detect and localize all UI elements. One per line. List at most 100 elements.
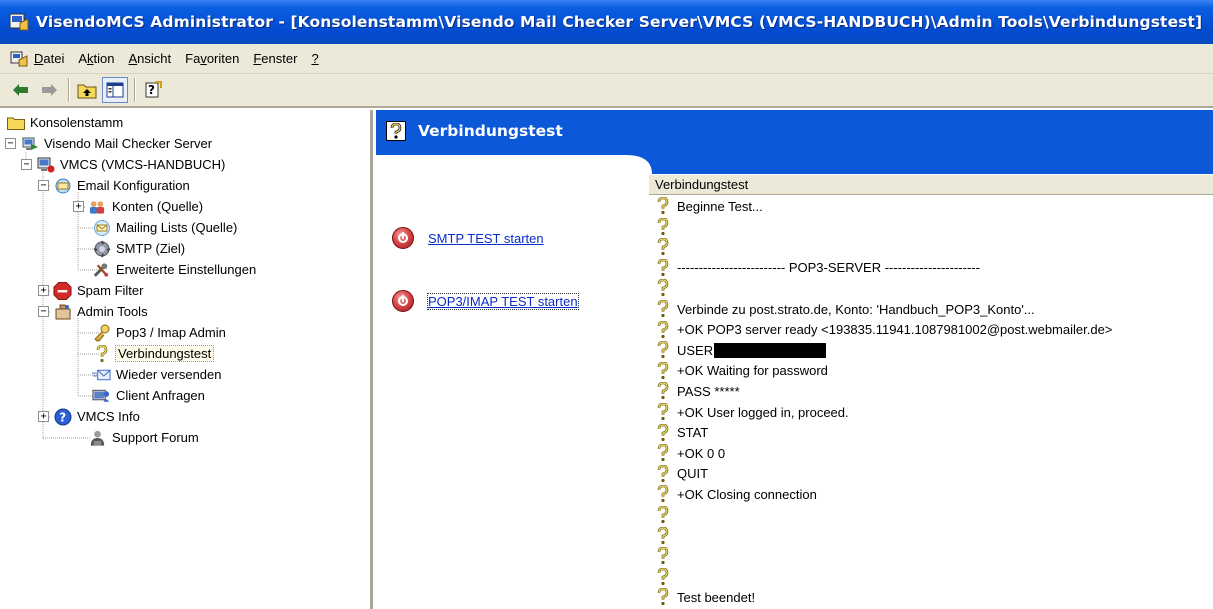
forward-arrow-icon[interactable] [36, 77, 62, 103]
menu-help[interactable]: ? [311, 51, 318, 66]
menu-bar: Datei Aktion Ansicht Favoriten Fenster ? [0, 44, 1213, 74]
log-row[interactable]: Test beendet! [649, 586, 755, 608]
taskpad-title: Verbindungstest [418, 122, 563, 140]
pop3-imap-test-link[interactable]: POP3/IMAP TEST starten [392, 290, 579, 312]
tree-item-vmcs-handbuch[interactable]: − VMCS (VMCS-HANDBUCH) [21, 154, 225, 175]
menu-datei[interactable]: Datei [34, 51, 64, 66]
log-row[interactable]: ------------------------- POP3-SERVER --… [649, 257, 980, 279]
toolbar-separator [68, 78, 70, 102]
question-icon [655, 361, 671, 380]
log-row[interactable] [649, 236, 677, 258]
log-row[interactable]: PASS ***** [649, 380, 740, 402]
question-icon [655, 197, 671, 215]
tree-item-admin-tools[interactable]: − Admin Tools [38, 301, 148, 322]
question-icon [655, 444, 671, 462]
tree-item-label: VMCS (VMCS-HANDBUCH) [60, 157, 226, 172]
question-icon [655, 279, 671, 297]
connection-log[interactable]: Verbindungstest Beginne Test... ---------… [649, 175, 1213, 609]
menu-favoriten[interactable]: Favoriten [185, 51, 239, 66]
tree-item-mailing-lists[interactable]: Mailing Lists (Quelle) [92, 217, 237, 238]
log-row-text: Verbinde zu post.strato.de, Konto: 'Hand… [677, 301, 1035, 317]
show-hide-tree-icon[interactable] [102, 77, 128, 103]
log-row[interactable] [649, 566, 677, 588]
tree-item-support-forum[interactable]: Support Forum [88, 427, 199, 448]
users-icon [88, 197, 107, 216]
pop3-imap-test-label[interactable]: POP3/IMAP TEST starten [427, 292, 579, 310]
back-arrow-icon[interactable] [8, 77, 34, 103]
up-folder-icon[interactable] [74, 77, 100, 103]
tree-item-label: SMTP (Ziel) [116, 241, 186, 256]
toolbar: ? [0, 74, 1213, 108]
log-row[interactable]: +OK Waiting for password [649, 360, 828, 382]
folder-icon [6, 113, 25, 132]
tree-item-client-anfragen[interactable]: Client Anfragen [92, 385, 205, 406]
redacted-username [714, 342, 827, 358]
tree-item-erweiterte-einstellungen[interactable]: Erweiterte Einstellungen [92, 259, 256, 280]
smtp-test-label[interactable]: SMTP TEST starten [428, 231, 544, 246]
window-title: VisendoMCS Administrator - [Konsolenstam… [36, 13, 1203, 31]
smtp-test-link[interactable]: SMTP TEST starten [392, 227, 544, 249]
log-row[interactable] [649, 277, 677, 299]
info-icon: ? [53, 407, 72, 426]
log-row[interactable]: +OK POP3 server ready <193835.11941.1087… [649, 319, 1112, 341]
tree-item-label: Admin Tools [77, 304, 148, 319]
email-config-icon [53, 176, 72, 195]
tree-item-wieder-versenden[interactable]: Wieder versenden [92, 364, 222, 385]
log-row[interactable]: +OK Closing connection [649, 483, 817, 505]
tree-item-email-konfiguration[interactable]: − Email Konfiguration [38, 175, 190, 196]
question-icon [655, 464, 671, 483]
tree-item-vmcs-info[interactable]: + ? VMCS Info [38, 406, 140, 427]
log-row[interactable]: +OK 0 0 [649, 442, 725, 464]
log-row[interactable] [649, 525, 677, 547]
collapse-icon[interactable]: − [5, 138, 16, 149]
tree-item-verbindungstest[interactable]: Verbindungstest [92, 343, 215, 364]
taskpad-view: Verbindungstest SMTP TEST starten POP3/I… [376, 110, 1213, 609]
collapse-icon[interactable]: − [38, 180, 49, 191]
log-row-text: PASS ***** [677, 383, 740, 399]
expand-icon[interactable]: + [38, 285, 49, 296]
log-row[interactable]: +OK User logged in, proceed. [649, 401, 849, 423]
log-row[interactable]: Verbinde zu post.strato.de, Konto: 'Hand… [649, 298, 1035, 320]
log-row-text: USER [677, 342, 714, 358]
log-row-text: Test beendet! [677, 589, 756, 605]
log-column-header[interactable]: Verbindungstest [649, 175, 1213, 195]
console-menu-icon[interactable] [10, 50, 28, 68]
log-row[interactable]: QUIT [649, 463, 708, 485]
log-row-text: +OK POP3 server ready <193835.11941.1087… [677, 322, 1113, 338]
collapse-icon[interactable]: − [21, 159, 32, 170]
app-icon[interactable] [8, 11, 30, 33]
menu-aktion[interactable]: Aktion [78, 51, 114, 66]
question-icon [655, 320, 671, 339]
log-row[interactable]: STAT [649, 422, 708, 444]
help-icon[interactable]: ? [140, 77, 166, 103]
tree-item-label: Pop3 / Imap Admin [116, 325, 226, 340]
tree-item-konten-quelle[interactable]: + Konten (Quelle) [73, 196, 203, 217]
log-row[interactable] [649, 216, 677, 238]
menu-ansicht[interactable]: Ansicht [129, 51, 172, 66]
log-row-text: ------------------------- POP3-SERVER --… [677, 260, 980, 276]
menu-fenster[interactable]: Fenster [253, 51, 297, 66]
svg-text:?: ? [59, 410, 66, 424]
tree-item-label: Mailing Lists (Quelle) [116, 220, 238, 235]
log-row[interactable]: USER [649, 339, 827, 361]
tree-item-pop3-imap-admin[interactable]: Pop3 / Imap Admin [92, 322, 226, 343]
console-tree[interactable]: Konsolenstamm − Visendo Mail Checker Ser… [0, 110, 373, 609]
log-row-text: QUIT [677, 466, 709, 482]
tree-item-smtp-ziel[interactable]: SMTP (Ziel) [92, 238, 185, 259]
tree-item-label: Verbindungstest [114, 345, 215, 362]
question-icon [655, 382, 671, 400]
expand-icon[interactable]: + [38, 411, 49, 422]
tree-item-label: Support Forum [112, 430, 199, 445]
tree-item-konsolenstamm[interactable]: Konsolenstamm [6, 112, 123, 133]
stop-icon [392, 227, 414, 249]
tree-item-visendo-mail-checker-server[interactable]: − Visendo Mail Checker Server [5, 133, 212, 154]
log-row[interactable] [649, 504, 677, 526]
log-row[interactable]: Beginne Test... [649, 195, 763, 217]
expand-icon[interactable]: + [73, 201, 84, 212]
log-row[interactable] [649, 545, 677, 567]
collapse-icon[interactable]: − [38, 306, 49, 317]
tree-item-spam-filter[interactable]: + Spam Filter [38, 280, 143, 301]
tree-item-label: Wieder versenden [116, 367, 222, 382]
question-icon [655, 238, 671, 256]
question-icon [655, 217, 671, 236]
